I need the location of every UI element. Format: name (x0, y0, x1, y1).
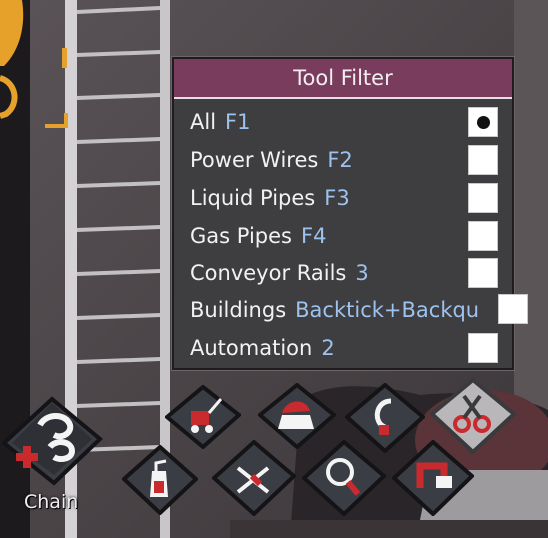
chain-tool-label: Chain (24, 491, 79, 513)
filter-option-label: Power Wires (190, 148, 319, 172)
magnifier-icon (302, 440, 386, 516)
mop-bucket-icon (165, 385, 241, 449)
filter-option-label: Conveyor Rails (190, 261, 347, 285)
filter-radio-liquid-pipes[interactable] (468, 183, 498, 213)
filter-option-hotkey: F1 (225, 110, 251, 134)
filter-radio-buildings[interactable] (498, 294, 528, 324)
filter-radio-all[interactable] (468, 107, 498, 137)
harvest-icon (212, 440, 296, 516)
filter-option-label: All (190, 110, 217, 134)
filter-option-power-wires[interactable]: Power Wires F2 (190, 142, 500, 178)
filter-option-label: Gas Pipes (190, 224, 292, 248)
filter-option-label: Buildings (190, 298, 287, 322)
filter-option-gas-pipes[interactable]: Gas Pipes F4 (190, 218, 500, 254)
filter-option-liquid-pipes[interactable]: Liquid Pipes F3 (190, 180, 500, 216)
deconstruct-tool-button[interactable] (392, 440, 474, 516)
filter-option-conveyor-rails[interactable]: Conveyor Rails 3 (190, 255, 500, 291)
deconstruct-icon (392, 440, 474, 516)
filter-option-hotkey: F2 (327, 148, 353, 172)
tool-filter-title: Tool Filter (174, 59, 512, 99)
filter-option-all[interactable]: All F1 (190, 104, 500, 140)
harvest-tool-button[interactable] (212, 440, 296, 516)
filter-option-hotkey: 3 (355, 261, 369, 285)
filter-option-automation[interactable]: Automation 2 (190, 330, 500, 366)
filter-option-buildings[interactable]: Buildings Backtick+Backqu (190, 292, 534, 328)
filter-option-hotkey: 2 (321, 336, 335, 360)
chain-tool-button[interactable] (0, 395, 104, 487)
filter-option-label: Liquid Pipes (190, 186, 316, 210)
spray-bottle-icon (122, 445, 198, 515)
tool-filter-panel: Tool Filter All F1 Power Wires F2 Liquid… (172, 57, 528, 370)
filter-option-hotkey: Backtick+Backqu (295, 298, 480, 322)
filter-radio-automation[interactable] (468, 333, 498, 363)
filter-option-hotkey: F4 (301, 224, 327, 248)
filter-option-hotkey: F3 (324, 186, 350, 210)
filter-radio-gas-pipes[interactable] (468, 221, 498, 251)
sweep-broom-icon (258, 383, 336, 449)
chain-disconnect-icon (0, 396, 104, 486)
disinfect-tool-button[interactable] (122, 445, 198, 515)
filter-radio-conveyor-rails[interactable] (468, 258, 498, 288)
filter-radio-power-wires[interactable] (468, 145, 498, 175)
attack-tool-button[interactable] (302, 440, 386, 516)
filter-option-label: Automation (190, 336, 313, 360)
